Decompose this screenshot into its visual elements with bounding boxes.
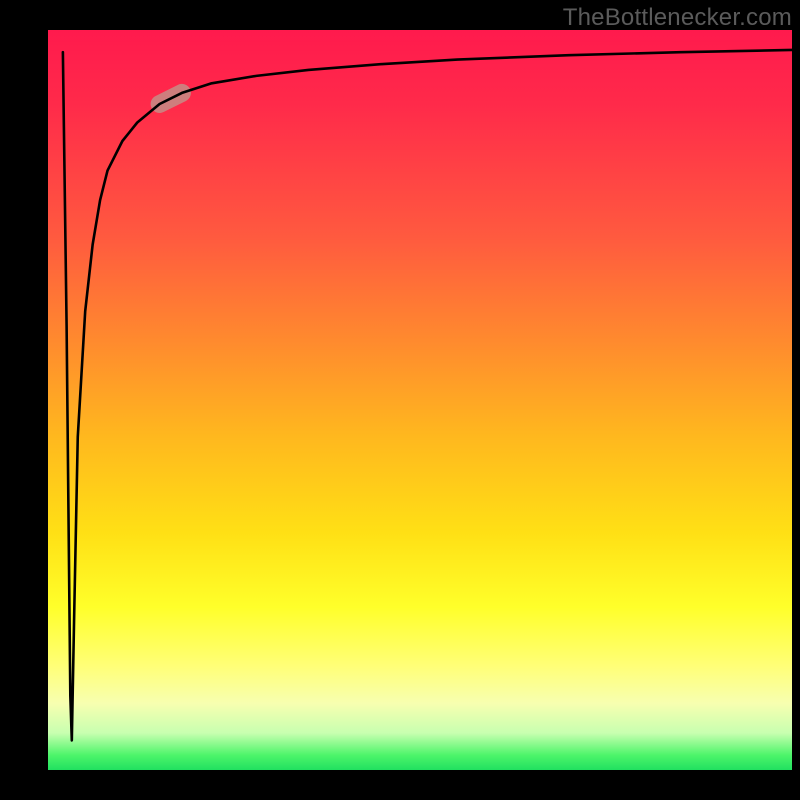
watermark-text: TheBottlenecker.com bbox=[563, 4, 792, 32]
chart-frame: TheBottlenecker.com bbox=[0, 0, 800, 800]
plot-area bbox=[48, 30, 792, 770]
